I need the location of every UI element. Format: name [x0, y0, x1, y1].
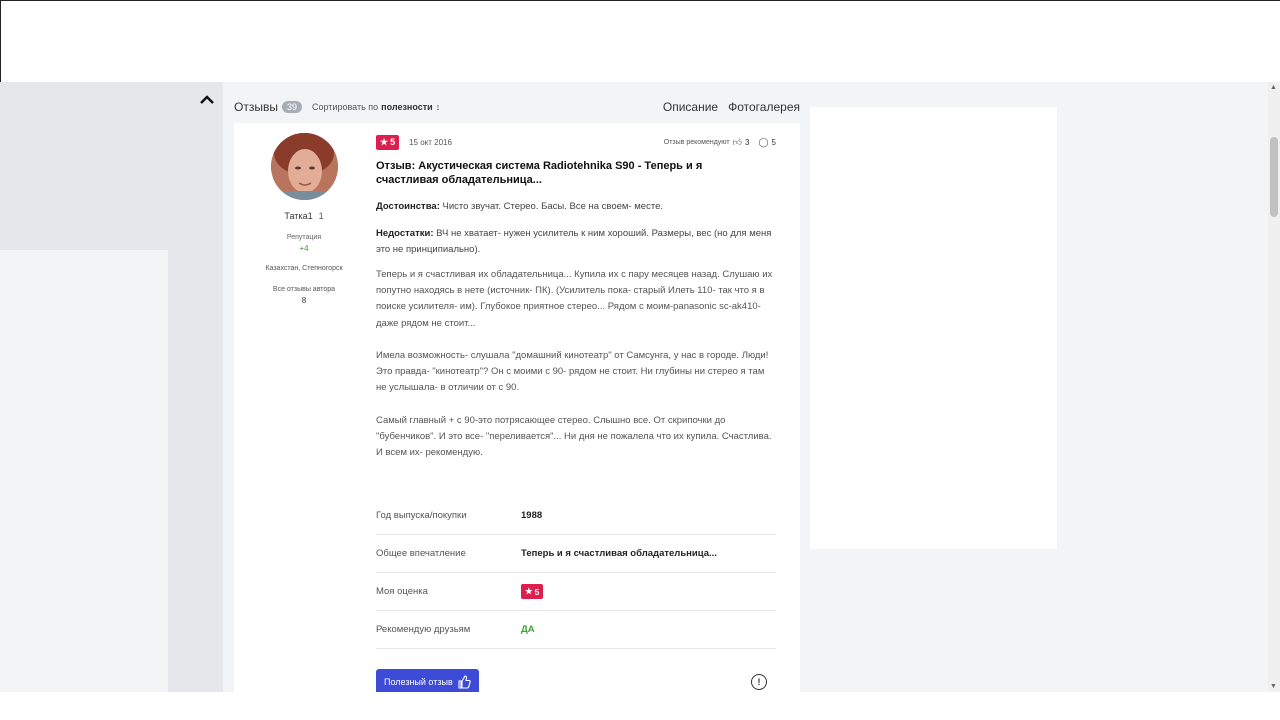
scrollbar-thumb[interactable] — [1270, 137, 1278, 217]
scrollbar[interactable]: ▲ ▼ — [1268, 82, 1280, 692]
spec-label: Общее впечатление — [376, 548, 466, 559]
comment-icon[interactable]: ◯ — [758, 137, 768, 148]
tab-description[interactable]: Описание — [663, 100, 718, 114]
header-links: Описание Фотогалерея — [663, 100, 800, 114]
reputation-label: Репутация — [286, 234, 322, 241]
star-icon: ★ — [525, 586, 533, 596]
reviews-count-badge: 39 — [281, 101, 302, 113]
helpful-review-button[interactable]: Полезный отзыв — [376, 669, 479, 692]
review-meta: ★ 5 15 окт 2016 Отзыв рекомендуют 👍︎ 3 ◯ … — [376, 133, 776, 151]
reviews-title: Отзывы — [234, 100, 278, 114]
review-pros: Достоинства: Чисто звучат. Стерео. Басы.… — [376, 199, 776, 214]
review-paragraph: Имела возможность- слушала "домашний кин… — [376, 350, 769, 394]
review-paragraph: Самый главный + с 90-это потрясающее сте… — [376, 414, 772, 459]
spec-label: Год выпуска/покупки — [376, 510, 467, 521]
thumbs-up-icon — [458, 675, 471, 689]
spec-row: Рекомендую друзьям ДА — [376, 611, 776, 649]
author-location: Казахстан, Степногорск — [265, 265, 343, 272]
author-username[interactable]: Татка1 — [284, 211, 312, 221]
spec-label: Рекомендую друзьям — [376, 624, 471, 635]
rating-badge: ★ 5 — [376, 134, 400, 150]
cons-text: ВЧ не хватает- нужен усилитель к ним хор… — [376, 228, 772, 255]
all-reviews-link[interactable]: Все отзывы автора — [234, 286, 374, 293]
spec-row: Год выпуска/покупки 1988 — [376, 497, 776, 535]
likes-count: 3 — [745, 137, 750, 147]
sidebar-ad-placeholder — [810, 107, 1057, 549]
reviews-header: Отзывы 39 Сортировать по полезности ↕ Оп… — [234, 97, 800, 117]
reputation-value: +4 — [299, 244, 309, 253]
review-specs: Год выпуска/покупки 1988 Общее впечатлен… — [376, 497, 776, 649]
bottom-strip — [0, 692, 1280, 720]
sort-label: Сортировать по — [311, 102, 379, 112]
scroll-down-icon[interactable]: ▼ — [1270, 683, 1277, 690]
avatar[interactable] — [271, 133, 338, 200]
spec-row: Общее впечатление Теперь и я счастливая … — [376, 535, 776, 573]
report-icon[interactable]: ! — [751, 674, 767, 690]
tab-photo-gallery[interactable]: Фотогалерея — [728, 100, 800, 114]
helpful-button-label: Полезный отзыв — [384, 677, 453, 687]
spec-label: Моя оценка — [376, 586, 428, 597]
sort-arrow-icon[interactable]: ↕ — [436, 102, 441, 112]
thumbs-up-icon[interactable]: 👍︎ — [733, 137, 742, 148]
sort-dropdown[interactable]: полезности — [381, 102, 433, 112]
star-icon: ★ — [380, 136, 389, 147]
review-paragraph: Теперь и я счастливая их обладательница.… — [376, 269, 773, 329]
comments-count: 5 — [771, 137, 776, 147]
review-cons: Недостатки: ВЧ не хватает- нужен усилите… — [376, 226, 776, 258]
my-rating-value: 5 — [534, 586, 540, 597]
scroll-up-chevron-icon[interactable] — [198, 92, 216, 106]
author-level: 1 — [318, 211, 324, 221]
pros-text: Чисто звучат. Стерео. Басы. Все на своем… — [442, 201, 664, 212]
page-viewport: Отзывы 39 Сортировать по полезности ↕ Оп… — [0, 82, 1268, 692]
spec-value: 1988 — [521, 510, 543, 521]
scroll-up-icon[interactable]: ▲ — [1270, 84, 1277, 91]
review-body: Теперь и я счастливая их обладательница.… — [376, 267, 776, 478]
recommend-label: Отзыв рекомендуют — [663, 138, 730, 146]
rating-value: 5 — [390, 137, 396, 147]
pros-label: Достоинства: — [376, 201, 440, 212]
review-title[interactable]: Отзыв: Акустическая система Radiotehnika… — [376, 159, 756, 187]
cons-label: Недостатки: — [376, 228, 434, 239]
review-date: 15 окт 2016 — [409, 137, 452, 147]
all-reviews-count: 8 — [301, 296, 307, 305]
left-bar — [168, 82, 223, 692]
my-rating-badge: ★ 5 — [521, 584, 544, 599]
spec-value: Теперь и я счастливая обладательница... — [521, 548, 717, 559]
left-gutter — [0, 82, 168, 250]
spec-row: Моя оценка ★ 5 — [376, 573, 776, 611]
spec-value: ДА — [521, 624, 535, 635]
author-name[interactable]: Татка1 1 — [234, 211, 374, 221]
review-card: Татка1 1 Репутация +4 Казахстан, Степного… — [234, 123, 800, 692]
recommend-block: Отзыв рекомендуют 👍︎ 3 ◯ 5 — [664, 137, 776, 148]
